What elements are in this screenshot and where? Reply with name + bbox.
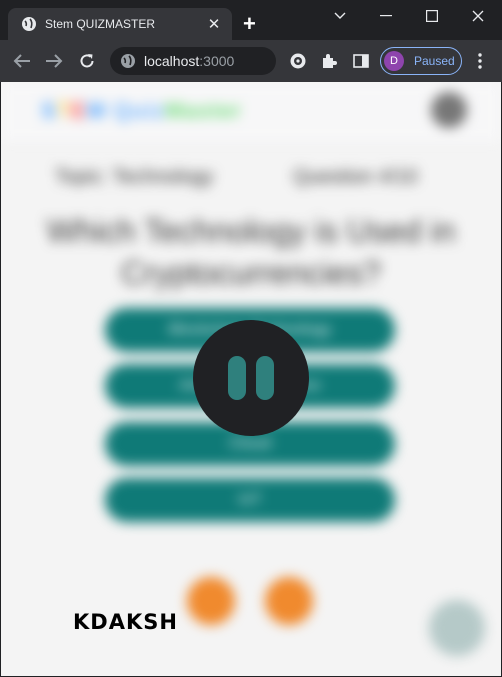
extension-icon[interactable] bbox=[288, 51, 308, 71]
quiz-topic: Topic: Technology bbox=[55, 166, 214, 188]
app-header: STEM QuizMaster bbox=[1, 82, 501, 142]
watermark: KDAKSH bbox=[73, 610, 178, 634]
pause-icon[interactable] bbox=[193, 320, 309, 436]
globe-icon bbox=[21, 16, 37, 32]
tab-title: Stem QUIZMASTER bbox=[45, 17, 156, 31]
side-panel-icon[interactable] bbox=[351, 51, 371, 71]
pause-bar bbox=[256, 356, 274, 400]
reload-icon[interactable] bbox=[77, 51, 97, 71]
puzzle-icon[interactable] bbox=[319, 51, 339, 71]
maximize-icon[interactable] bbox=[420, 8, 444, 24]
profile-status-label: Paused bbox=[414, 54, 455, 68]
question-counter: Question 4/10 bbox=[293, 166, 418, 188]
page-viewport: STEM QuizMaster Topic: Technology Questi… bbox=[1, 82, 501, 676]
tab-strip: Stem QUIZMASTER ✕ + bbox=[0, 0, 502, 40]
profile-button[interactable]: D Paused bbox=[380, 47, 462, 75]
chevron-down-icon[interactable] bbox=[328, 8, 352, 24]
more-menu-icon[interactable] bbox=[470, 51, 490, 71]
url-host: localhost bbox=[144, 53, 200, 69]
floating-action-button[interactable] bbox=[429, 600, 485, 656]
url-port: :3000 bbox=[199, 53, 235, 69]
next-button[interactable] bbox=[265, 577, 313, 625]
minimize-icon[interactable] bbox=[374, 8, 398, 24]
browser-toolbar: localhost:3000 D Paused bbox=[0, 40, 502, 82]
question-text: Which Technology is Used in Cryptocurren… bbox=[46, 213, 456, 291]
globe-icon bbox=[120, 53, 136, 69]
tab-close-icon[interactable]: ✕ bbox=[206, 15, 222, 33]
answer-option[interactable]: IoT bbox=[105, 478, 395, 522]
user-menu-button[interactable] bbox=[431, 92, 467, 128]
avatar: D bbox=[384, 51, 404, 71]
back-arrow-icon[interactable] bbox=[12, 51, 32, 71]
app-logo[interactable]: STEM QuizMaster bbox=[41, 98, 242, 124]
forward-arrow-icon[interactable] bbox=[44, 51, 64, 71]
address-bar[interactable]: localhost:3000 bbox=[110, 47, 276, 75]
browser-tab[interactable]: Stem QUIZMASTER ✕ bbox=[8, 8, 232, 40]
close-icon[interactable] bbox=[466, 8, 490, 24]
previous-button[interactable] bbox=[187, 577, 235, 625]
pause-bar bbox=[228, 356, 246, 400]
new-tab-button[interactable]: + bbox=[243, 13, 256, 35]
